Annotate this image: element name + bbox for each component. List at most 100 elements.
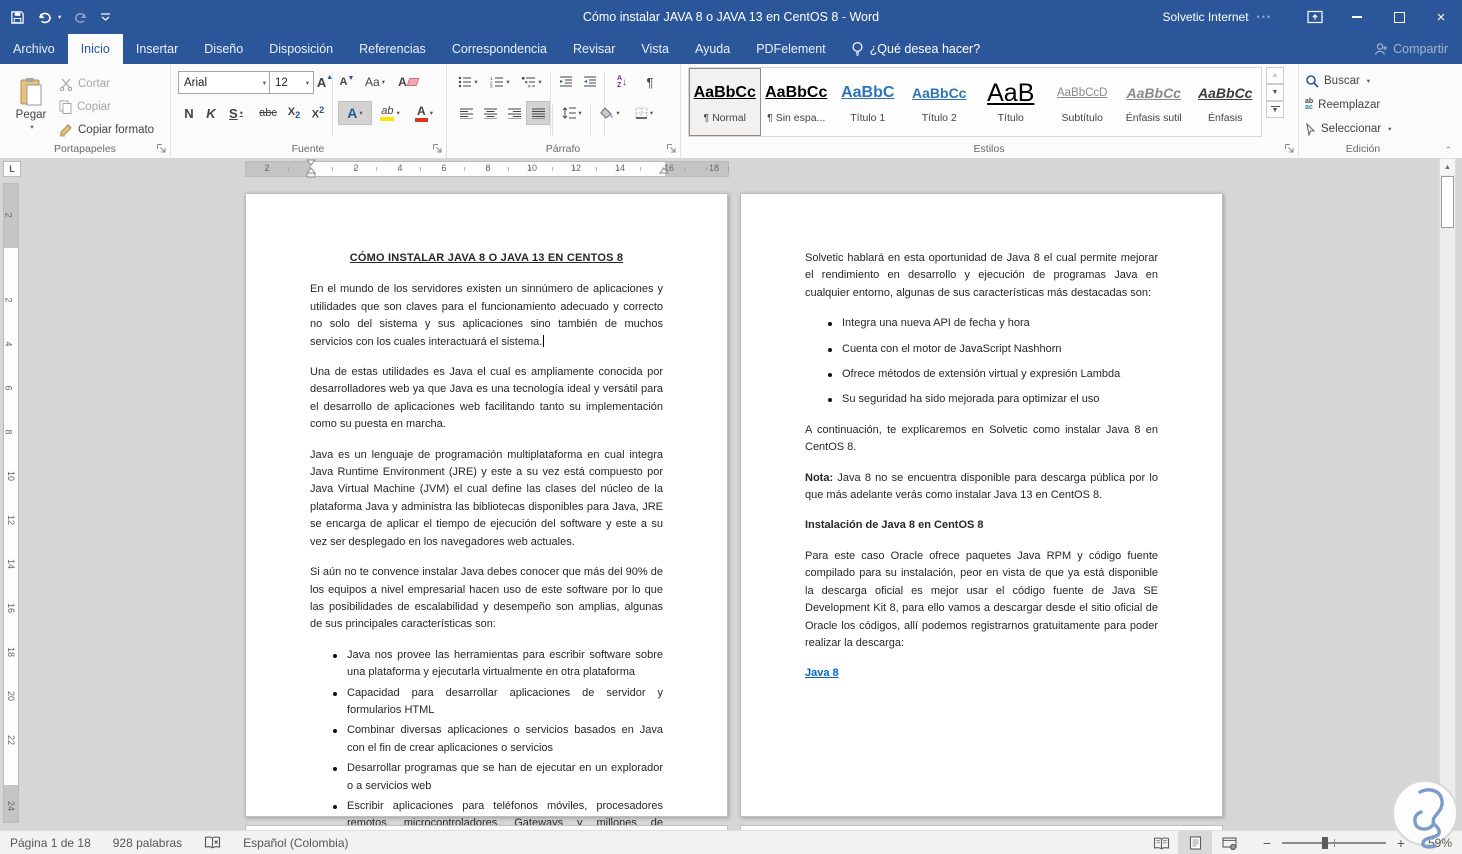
tab-referencias[interactable]: Referencias (346, 34, 439, 64)
change-case-button[interactable]: Aa ▾ (360, 70, 390, 94)
java8-link[interactable]: Java 8 (805, 667, 839, 679)
numbering-button[interactable]: 123 ▾ (486, 70, 514, 94)
vertical-scrollbar[interactable]: ▲ ▼ (1439, 158, 1456, 812)
style-item-sin-espaciado[interactable]: AaBbCc ¶ Sin espa... (761, 68, 833, 136)
zoom-slider-thumb[interactable] (1321, 837, 1328, 849)
styles-scroll-up-icon[interactable]: ▲ (1266, 67, 1284, 84)
style-item-normal[interactable]: AaBbCc ¶ Normal (689, 68, 761, 136)
shrink-font-button[interactable]: A ▼ (336, 70, 358, 94)
zoom-level-label[interactable]: 59% (1408, 836, 1452, 850)
horizontal-ruler[interactable]: 2 2 4 6 8 10 12 14 16 18 (245, 159, 729, 179)
tab-diseno[interactable]: Diseño (191, 34, 256, 64)
clear-formatting-button[interactable]: A (396, 70, 420, 94)
undo-icon[interactable]: ▾ (37, 10, 61, 24)
font-size-select[interactable]: 12 ▾ (269, 71, 314, 94)
bold-button[interactable]: N (178, 101, 200, 125)
zoom-in-button[interactable]: + (1394, 835, 1408, 851)
minimize-button[interactable] (1336, 0, 1378, 34)
paste-button[interactable]: Pegar ▾ (8, 70, 54, 138)
tab-vista[interactable]: Vista (628, 34, 682, 64)
document-page-2[interactable]: Solvetic hablará en esta oportunidad de … (740, 193, 1223, 817)
page-count-label[interactable]: Página 1 de 18 (10, 836, 91, 850)
superscript-button[interactable]: X2 (306, 101, 330, 125)
vertical-ruler[interactable]: 2 2 4 6 8 10 12 14 16 18 20 22 24 (3, 183, 19, 823)
find-button[interactable]: Buscar ▾ (1304, 69, 1371, 93)
language-label[interactable]: Español (Colombia) (243, 836, 348, 850)
multilevel-list-button[interactable]: ▾ (518, 70, 546, 94)
bullets-button[interactable]: ▾ (454, 70, 482, 94)
ribbon-display-options-icon[interactable] (1294, 0, 1336, 34)
tab-inicio[interactable]: Inicio (67, 34, 123, 64)
highlight-color-button[interactable]: ab ▾ (374, 101, 406, 125)
maximize-button[interactable] (1378, 0, 1420, 34)
chevron-down-icon: ▾ (1366, 78, 1371, 85)
show-marks-button[interactable]: ¶ (638, 70, 662, 94)
undo-dropdown-icon[interactable]: ▾ (58, 13, 61, 21)
share-button[interactable]: Compartir (1374, 34, 1448, 64)
align-left-button[interactable] (454, 101, 478, 125)
zoom-slider[interactable] (1282, 837, 1386, 849)
account-name[interactable]: Solvetic Internet (1163, 10, 1249, 24)
tab-revisar[interactable]: Revisar (560, 34, 628, 64)
scroll-up-icon[interactable]: ▲ (1440, 159, 1455, 175)
italic-button[interactable]: K (200, 101, 222, 125)
styles-gallery-more-icon[interactable]: ▼ (1266, 101, 1284, 118)
close-button[interactable]: × (1420, 0, 1462, 34)
web-layout-button[interactable] (1212, 831, 1246, 854)
collapse-ribbon-icon[interactable]: ⌃ (1444, 145, 1452, 156)
word-count-label[interactable]: 928 palabras (113, 836, 182, 850)
style-item-enfasis-sutil[interactable]: AaBbCc Énfasis sutil (1118, 68, 1190, 136)
tab-stop-selector[interactable]: L (3, 161, 21, 177)
qat-customize-icon[interactable] (100, 12, 111, 22)
paragraph-dialog-launcher-icon[interactable] (666, 143, 677, 154)
format-painter-button[interactable]: Copiar formato (58, 118, 155, 142)
text-effects-button[interactable]: A ▾ (338, 101, 372, 125)
indent-markers-icon[interactable] (306, 159, 316, 179)
font-family-select[interactable]: Arial ▾ (178, 71, 271, 94)
group-clipboard: Pegar ▾ Cortar Copiar Copiar formato Por… (0, 64, 171, 158)
line-spacing-button[interactable]: ▾ (556, 101, 588, 125)
style-item-titulo1[interactable]: AaBbC Título 1 (832, 68, 904, 136)
styles-dialog-launcher-icon[interactable] (1284, 143, 1295, 154)
font-dialog-launcher-icon[interactable] (432, 143, 443, 154)
read-mode-button[interactable] (1144, 831, 1178, 854)
right-indent-marker-icon[interactable] (659, 167, 669, 177)
zoom-out-button[interactable]: − (1260, 835, 1274, 851)
strikethrough-button[interactable]: abc (254, 101, 282, 125)
clipboard-dialog-launcher-icon[interactable] (156, 143, 167, 154)
tab-insertar[interactable]: Insertar (123, 34, 191, 64)
replace-button[interactable]: ab ac Reemplazar (1304, 93, 1381, 117)
style-item-titulo2[interactable]: AaBbCc Título 2 (904, 68, 976, 136)
document-page-1[interactable]: CÓMO INSTALAR JAVA 8 O JAVA 13 EN CENTOS… (245, 193, 728, 847)
underline-button[interactable]: S ▾ (222, 101, 250, 125)
scrollbar-thumb[interactable] (1441, 176, 1454, 228)
save-icon[interactable] (10, 10, 25, 25)
tab-archivo[interactable]: Archivo (0, 34, 68, 64)
lightbulb-icon (851, 41, 864, 57)
decrease-indent-button[interactable] (554, 70, 578, 94)
justify-button[interactable] (526, 101, 550, 125)
increase-indent-button[interactable] (578, 70, 602, 94)
text-cursor (543, 334, 545, 347)
tell-me-box[interactable]: ¿Qué desea hacer? (839, 34, 993, 64)
tab-correspondencia[interactable]: Correspondencia (439, 34, 560, 64)
subscript-button[interactable]: X2 (282, 101, 306, 125)
style-item-titulo[interactable]: AaB Título (975, 68, 1047, 136)
select-button[interactable]: Seleccionar ▾ (1304, 117, 1392, 141)
tab-disposicion[interactable]: Disposición (256, 34, 346, 64)
proofing-icon[interactable] (204, 836, 221, 850)
align-right-button[interactable] (502, 101, 526, 125)
sort-button[interactable]: AZ ↓ (608, 70, 636, 94)
web-layout-icon (1221, 836, 1237, 850)
borders-button[interactable]: ▾ (628, 101, 660, 125)
font-color-button[interactable]: A ▾ (408, 101, 440, 125)
styles-scroll-down-icon[interactable]: ▼ (1266, 84, 1284, 101)
align-center-button[interactable] (478, 101, 502, 125)
tab-ayuda[interactable]: Ayuda (682, 34, 743, 64)
shading-button[interactable]: ▾ (594, 101, 626, 125)
tab-pdfelement[interactable]: PDFelement (743, 34, 838, 64)
print-layout-button[interactable] (1178, 831, 1212, 854)
style-item-enfasis[interactable]: AaBbCc Énfasis (1190, 68, 1262, 136)
style-item-subtitulo[interactable]: AaBbCcD Subtítulo (1047, 68, 1119, 136)
status-bar: Página 1 de 18 928 palabras Español (Col… (0, 830, 1462, 854)
